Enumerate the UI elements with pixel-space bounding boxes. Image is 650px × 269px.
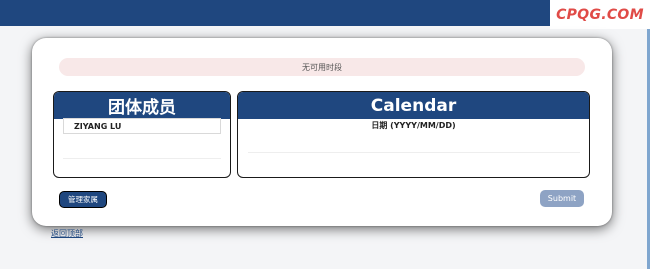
group-members-panel: 团体成员 ZIYANG LU	[53, 91, 231, 178]
calendar-title: Calendar	[238, 92, 589, 119]
brand-logo[interactable]: CPQG.COM	[550, 0, 650, 29]
submit-button[interactable]: Submit	[540, 190, 584, 207]
divider	[63, 158, 221, 159]
member-list-item[interactable]: ZIYANG LU	[63, 118, 221, 134]
brand-logo-text: CPQG.COM	[556, 6, 644, 23]
group-members-title: 团体成员	[54, 92, 230, 119]
calendar-panel: Calendar 日期 (YYYY/MM/DD)	[237, 91, 590, 178]
manage-dependents-button[interactable]: 管理家属	[59, 191, 107, 208]
back-to-top-link[interactable]: 返回顶部	[51, 228, 83, 239]
no-slots-alert: 无可用时段	[59, 58, 585, 76]
booking-modal: 无可用时段 团体成员 ZIYANG LU Calendar 日期 (YYYY/M…	[32, 38, 612, 226]
divider	[248, 152, 580, 153]
date-format-label: 日期 (YYYY/MM/DD)	[371, 121, 456, 130]
